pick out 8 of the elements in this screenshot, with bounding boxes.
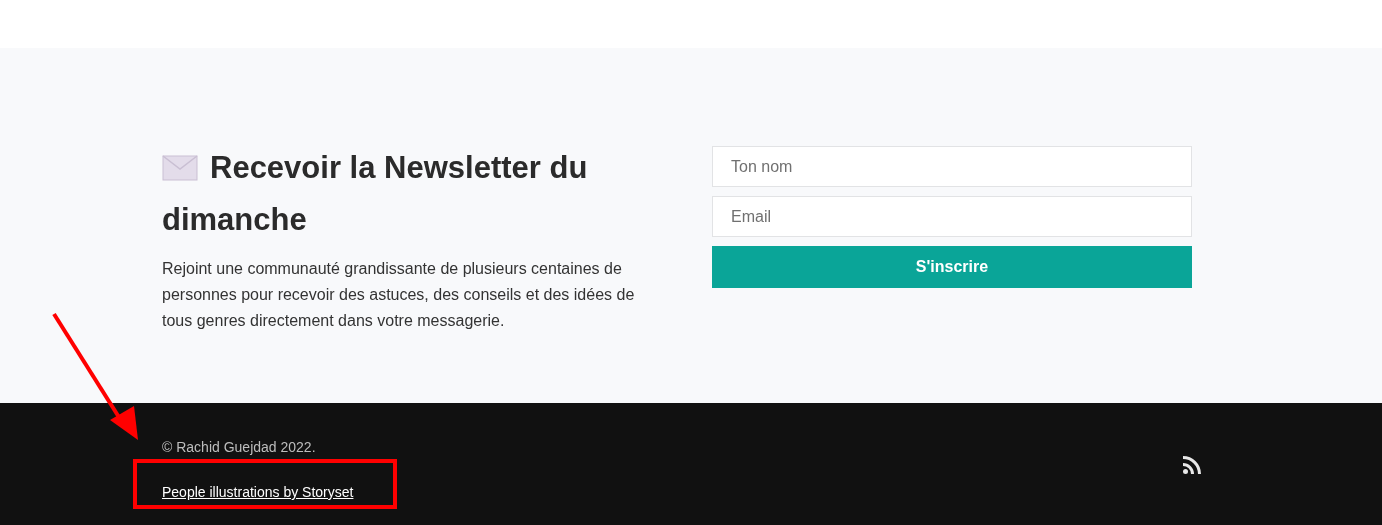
input-field[interactable]: Email xyxy=(712,196,1192,237)
envelope-icon xyxy=(162,154,198,181)
copyright-text: © Rachid Guejdad 2022. xyxy=(162,438,317,457)
newsletter-title: Recevoir la Newsletter du dimanche xyxy=(162,149,589,239)
newsletter-description: Rejoint une communauté grandissante de plusieurs centaines de personnes pour recevoir des astuces, des conseils et des idées de tous genres directement dans votre messagerie. xyxy=(162,259,636,331)
input-field[interactable]: Ton nom xyxy=(712,146,1192,187)
credit-link[interactable]: People illustrations by Storyset xyxy=(162,482,354,503)
rss-icon[interactable] xyxy=(1182,455,1202,475)
